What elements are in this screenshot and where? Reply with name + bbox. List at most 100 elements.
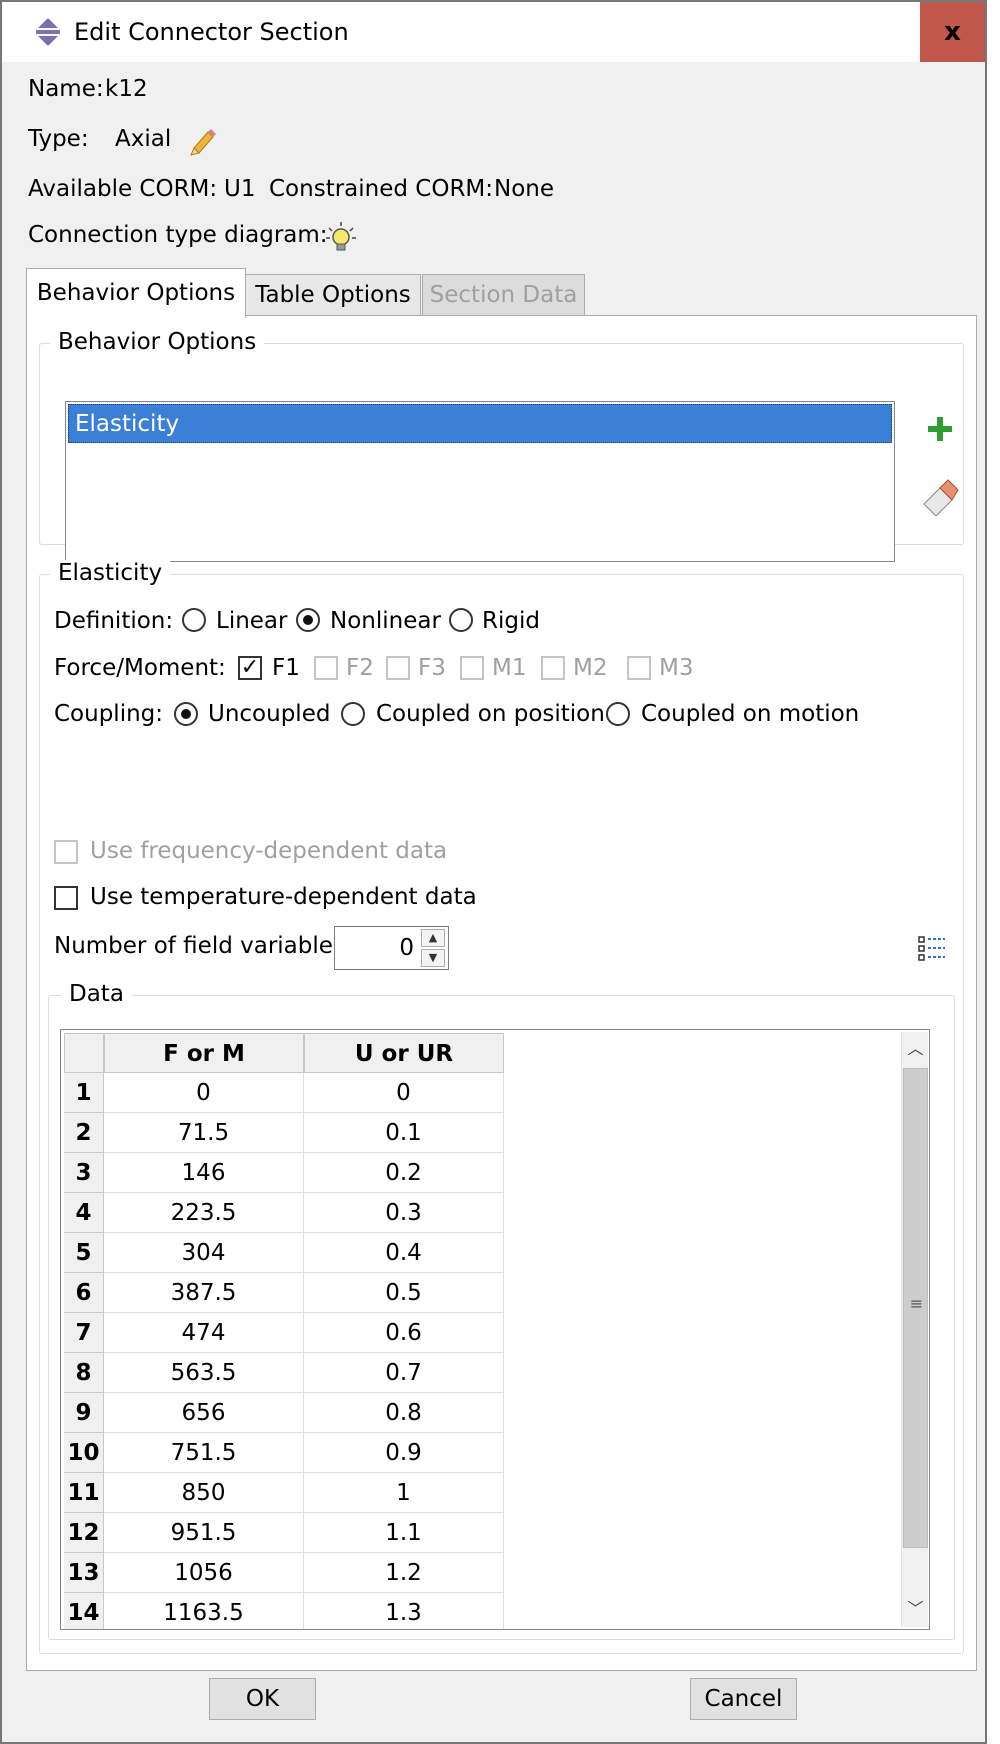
field-variables-value[interactable]: 0	[399, 935, 414, 961]
edit-pencil-icon[interactable]	[188, 126, 218, 156]
vertical-scrollbar[interactable]: ︿ ≡ ﹀	[901, 1032, 928, 1627]
cell-u-or-ur[interactable]: 0.7	[304, 1353, 504, 1393]
tab-table-options[interactable]: Table Options	[245, 274, 421, 316]
cell-f-or-m[interactable]: 951.5	[104, 1513, 304, 1553]
add-plus-icon[interactable]	[925, 414, 955, 444]
cell-u-or-ur[interactable]: 1.3	[304, 1593, 504, 1629]
row-number[interactable]: 3	[64, 1153, 104, 1193]
cancel-button[interactable]: Cancel	[690, 1678, 797, 1720]
tab-label: Section Data	[429, 282, 578, 308]
column-header-f-or-m[interactable]: F or M	[104, 1033, 304, 1073]
cell-u-or-ur[interactable]: 0.1	[304, 1113, 504, 1153]
data-group-title: Data	[61, 981, 132, 1007]
frequency-dependent-label: Use frequency-dependent data	[90, 838, 448, 864]
cell-f-or-m[interactable]: 656	[104, 1393, 304, 1433]
definition-nonlinear-radio[interactable]	[296, 608, 320, 632]
cell-f-or-m[interactable]: 0	[104, 1073, 304, 1113]
ok-button[interactable]: OK	[209, 1678, 316, 1720]
definition-rigid-label[interactable]: Rigid	[482, 608, 540, 634]
available-corm-label: Available CORM:	[28, 176, 218, 202]
diagram-label: Connection type diagram:	[28, 222, 328, 248]
row-number[interactable]: 12	[64, 1513, 104, 1553]
definition-linear-radio[interactable]	[182, 608, 206, 632]
row-number[interactable]: 2	[64, 1113, 104, 1153]
cell-f-or-m[interactable]: 146	[104, 1153, 304, 1193]
cell-u-or-ur[interactable]: 0.2	[304, 1153, 504, 1193]
table-corner-cell	[64, 1033, 104, 1073]
eraser-icon[interactable]	[920, 476, 960, 516]
cell-u-or-ur[interactable]: 0	[304, 1073, 504, 1113]
coupling-label: Coupling:	[54, 701, 164, 727]
behavior-options-list[interactable]: Elasticity	[65, 401, 895, 562]
cell-u-or-ur[interactable]: 1	[304, 1473, 504, 1513]
behavior-options-panel: Behavior Options Elasticity Elasticity D…	[26, 315, 977, 1671]
data-table[interactable]: F or M U or UR 1 0 0 2 71.5 0.1 3 146 0.2 4 223.5 0…	[60, 1029, 930, 1630]
scroll-down-icon[interactable]: ﹀	[902, 1592, 929, 1626]
row-number[interactable]: 13	[64, 1553, 104, 1593]
cell-f-or-m[interactable]: 850	[104, 1473, 304, 1513]
spin-down-button[interactable]: ▼	[421, 949, 445, 967]
close-button[interactable]: x	[920, 2, 985, 62]
column-header-u-or-ur[interactable]: U or UR	[304, 1033, 504, 1073]
cell-f-or-m[interactable]: 1163.5	[104, 1593, 304, 1629]
row-number[interactable]: 1	[64, 1073, 104, 1113]
cell-u-or-ur[interactable]: 1.1	[304, 1513, 504, 1553]
f1-checkbox[interactable]: ✓	[238, 656, 262, 680]
cell-f-or-m[interactable]: 387.5	[104, 1273, 304, 1313]
cell-f-or-m[interactable]: 223.5	[104, 1193, 304, 1233]
behavior-options-group-title: Behavior Options	[50, 329, 265, 355]
row-number[interactable]: 4	[64, 1193, 104, 1233]
cell-f-or-m[interactable]: 71.5	[104, 1113, 304, 1153]
list-item-elasticity[interactable]: Elasticity	[68, 404, 892, 443]
coupling-uncoupled-radio[interactable]	[174, 702, 198, 726]
row-number[interactable]: 11	[64, 1473, 104, 1513]
cell-u-or-ur[interactable]: 0.8	[304, 1393, 504, 1433]
connector-section-icon	[36, 18, 60, 46]
definition-nonlinear-label[interactable]: Nonlinear	[330, 608, 441, 634]
elasticity-group-title: Elasticity	[50, 560, 171, 586]
temperature-dependent-label[interactable]: Use temperature-dependent data	[90, 884, 477, 910]
m2-label: M2	[573, 655, 608, 681]
behavior-options-group: Behavior Options Elasticity	[39, 329, 964, 562]
lightbulb-icon[interactable]	[324, 220, 358, 254]
f1-label[interactable]: F1	[272, 655, 300, 681]
edit-connector-section-dialog: Edit Connector Section x Name: k12 Type:…	[0, 0, 987, 1744]
cell-u-or-ur[interactable]: 0.5	[304, 1273, 504, 1313]
cell-u-or-ur[interactable]: 0.6	[304, 1313, 504, 1353]
temperature-dependent-checkbox[interactable]	[54, 886, 78, 910]
cell-u-or-ur[interactable]: 0.9	[304, 1433, 504, 1473]
cell-f-or-m[interactable]: 474	[104, 1313, 304, 1353]
row-number[interactable]: 7	[64, 1313, 104, 1353]
field-variables-table-icon[interactable]	[917, 934, 947, 964]
scrollbar-thumb[interactable]: ≡	[903, 1068, 928, 1548]
cell-f-or-m[interactable]: 1056	[104, 1553, 304, 1593]
row-number[interactable]: 8	[64, 1353, 104, 1393]
row-number[interactable]: 5	[64, 1233, 104, 1273]
coupling-position-label[interactable]: Coupled on position	[376, 701, 605, 727]
field-variables-spinner[interactable]: 0 ▲ ▼	[334, 926, 449, 970]
cell-u-or-ur[interactable]: 1.2	[304, 1553, 504, 1593]
row-number[interactable]: 10	[64, 1433, 104, 1473]
tab-behavior-options[interactable]: Behavior Options	[26, 268, 246, 318]
coupling-uncoupled-label[interactable]: Uncoupled	[208, 701, 330, 727]
definition-linear-label[interactable]: Linear	[216, 608, 287, 634]
tab-section-data: Section Data	[422, 274, 585, 316]
cell-f-or-m[interactable]: 304	[104, 1233, 304, 1273]
coupling-position-radio[interactable]	[341, 702, 365, 726]
row-number[interactable]: 14	[64, 1593, 104, 1629]
f2-checkbox	[314, 656, 338, 680]
constrained-corm-value: None	[494, 176, 555, 202]
spin-up-button[interactable]: ▲	[421, 929, 445, 947]
definition-rigid-radio[interactable]	[449, 608, 473, 632]
tab-label: Table Options	[255, 282, 411, 308]
cell-f-or-m[interactable]: 563.5	[104, 1353, 304, 1393]
cell-u-or-ur[interactable]: 0.3	[304, 1193, 504, 1233]
field-variables-label: Number of field variables:	[54, 933, 353, 959]
scroll-up-icon[interactable]: ︿	[902, 1032, 929, 1066]
cell-u-or-ur[interactable]: 0.4	[304, 1233, 504, 1273]
row-number[interactable]: 9	[64, 1393, 104, 1433]
row-number[interactable]: 6	[64, 1273, 104, 1313]
coupling-motion-radio[interactable]	[606, 702, 630, 726]
coupling-motion-label[interactable]: Coupled on motion	[641, 701, 859, 727]
cell-f-or-m[interactable]: 751.5	[104, 1433, 304, 1473]
